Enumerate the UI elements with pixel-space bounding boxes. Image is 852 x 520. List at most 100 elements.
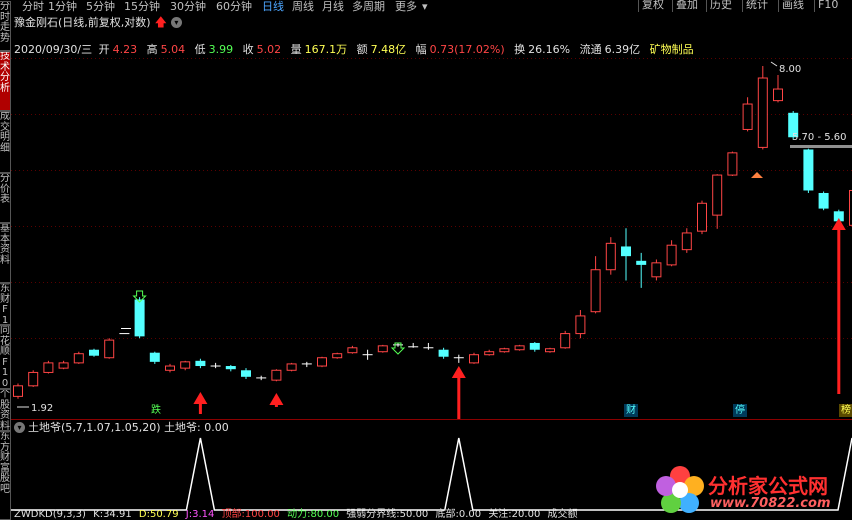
- candle-body-up: [666, 244, 677, 266]
- candles-group: [13, 66, 852, 399]
- title-dropdown-icon[interactable]: ▾: [170, 17, 182, 28]
- left-tab-trades[interactable]: 成交明细: [0, 111, 11, 173]
- overlay-button[interactable]: 叠加: [672, 0, 701, 12]
- period-tab-multi[interactable]: 多周期: [352, 0, 385, 13]
- candle-body-up: [575, 315, 586, 335]
- candle-body-up: [377, 345, 388, 353]
- chart-grid: [11, 58, 852, 339]
- candle-body-down: [529, 342, 540, 350]
- f10-button[interactable]: F10: [814, 0, 841, 12]
- zwdkd-power: 动力:80.00: [287, 509, 340, 520]
- candle-body-down: [134, 299, 145, 337]
- zwdkd-title: ZWDKD(9,3,3): [14, 509, 86, 520]
- candle-body-up: [58, 362, 69, 369]
- watermark-text: 分析家公式网: [708, 474, 828, 498]
- period-tab-30min[interactable]: 30分钟: [170, 0, 206, 13]
- vol-label: 量: [290, 43, 302, 56]
- period-tab-fenshi[interactable]: 分时: [22, 0, 44, 13]
- period-tab-daily[interactable]: 日线: [262, 0, 284, 13]
- left-tab-technical[interactable]: 技术分析: [0, 51, 11, 111]
- candle-body-down: [818, 192, 829, 209]
- up-arrow-icon: 🡅: [154, 15, 167, 29]
- buy-arrow-icon-shaft: [457, 376, 461, 420]
- left-tab-profile[interactable]: 基本资料: [0, 223, 11, 283]
- close-label: 收: [242, 43, 254, 56]
- flower-logo-icon: [656, 466, 704, 513]
- peak-marker-icon: [751, 172, 763, 178]
- high-mark-label: 8.00: [779, 64, 801, 75]
- quote-close: 收 5.02: [243, 43, 285, 56]
- candle-body-up: [499, 348, 510, 353]
- second-indicator-line: ZWDKD(9,3,3) K:34.91 D:50.79 J:3.14 顶部:1…: [14, 509, 582, 520]
- high-label: 高: [146, 43, 158, 56]
- period-tab-15min[interactable]: 15分钟: [124, 0, 160, 13]
- candle-body-up: [286, 363, 297, 371]
- quote-amount: 额 7.48亿: [357, 43, 410, 56]
- candle-body-down: [636, 260, 647, 265]
- low-value: 3.99: [208, 43, 234, 56]
- event-tag-finance[interactable]: 财: [624, 404, 638, 417]
- range-bar: [790, 145, 852, 148]
- event-tag-halt[interactable]: 停: [733, 404, 747, 417]
- close-value: 5.02: [256, 43, 282, 56]
- period-tab-5min[interactable]: 5分钟: [86, 0, 115, 13]
- zwdkd-bottom: 底部:0.00: [435, 509, 482, 520]
- turnover-label: 换: [514, 43, 526, 56]
- range-label: 5.70 - 5.60: [792, 132, 847, 143]
- low-mark-label: 1.92: [31, 403, 53, 414]
- candle-body-up: [681, 232, 692, 251]
- candle-body-down: [241, 370, 251, 377]
- fuquan-button[interactable]: 复权: [638, 0, 667, 12]
- zwdkd-top: 顶部:100.00: [221, 509, 280, 520]
- candle-body-down: [195, 360, 206, 367]
- candle-body-up: [165, 365, 175, 371]
- period-tab-1min[interactable]: 1分钟: [48, 0, 77, 13]
- zwdkd-boundary: 强弱分界线:50.00: [346, 509, 429, 520]
- quote-low: 低 3.99: [195, 43, 237, 56]
- event-tag-list[interactable]: 榜: [839, 404, 852, 417]
- stats-button[interactable]: 统计: [742, 0, 771, 12]
- left-tab-fenshi[interactable]: 分时走势: [0, 1, 11, 51]
- indicator-value-label: 土地爷:: [164, 421, 201, 434]
- candle-body-down: [621, 246, 631, 257]
- draw-line-button[interactable]: 画线: [778, 0, 807, 12]
- high-value: 5.04: [160, 43, 186, 56]
- left-tab-company[interactable]: 个股资料: [0, 389, 11, 431]
- period-tab-60min[interactable]: 60分钟: [216, 0, 252, 13]
- period-tab-more[interactable]: 更多: [395, 0, 417, 13]
- candle-body-up: [180, 361, 191, 369]
- candle-body-up: [43, 362, 54, 373]
- candle-body-up: [651, 262, 662, 278]
- candle-body-up: [332, 353, 343, 359]
- vol-value: 167.1万: [304, 43, 348, 56]
- change-value: 0.73(17.02%): [429, 43, 505, 56]
- quote-info-line: 2020/09/30/三 开 4.23 高 5.04 低 3.99 收 5.02 量 16…: [14, 42, 697, 58]
- period-tab-weekly[interactable]: 周线: [292, 0, 314, 13]
- left-tab-price-table[interactable]: 分价表: [0, 173, 11, 223]
- candle-body-down: [438, 349, 449, 357]
- candle-body-up: [560, 333, 571, 349]
- indicator-dropdown-icon[interactable]: ▾: [14, 422, 25, 433]
- quote-open: 开 4.23: [99, 43, 141, 56]
- float-label: 流通: [579, 43, 602, 56]
- more-dropdown-icon[interactable]: ▾: [422, 0, 428, 13]
- candle-body-up: [742, 103, 753, 130]
- quote-float: 流通 6.39亿: [580, 43, 644, 56]
- quote-change: 幅 0.73(17.02%): [416, 43, 508, 56]
- buy-arrow-icon-head: [451, 366, 466, 378]
- indicator-title-line: ▾ 土地爷(5,7,1.07,1.05,20) 土地爷: 0.00: [14, 420, 229, 436]
- event-tag-drop[interactable]: 跌: [149, 404, 163, 417]
- indicator-value: 0.00: [204, 421, 229, 434]
- kline-chart[interactable]: 8.00 1.92 5.70 - 5.60: [11, 58, 852, 420]
- high-mark-pointer: [770, 61, 778, 67]
- candle-body-up: [13, 385, 23, 397]
- candle-body-up: [271, 369, 282, 381]
- period-tab-monthly[interactable]: 月线: [322, 0, 344, 13]
- history-button[interactable]: 历史: [706, 0, 735, 12]
- zwdkd-j: J:3.14: [185, 509, 215, 520]
- low-label: 低: [194, 43, 206, 56]
- amount-label: 额: [356, 43, 368, 56]
- left-tab-ths-f10[interactable]: 同花顺F10: [0, 325, 11, 389]
- left-tab-eastmoney-f10[interactable]: 东财F10: [0, 283, 11, 325]
- left-tab-guba[interactable]: 东方财富股吧: [0, 431, 11, 520]
